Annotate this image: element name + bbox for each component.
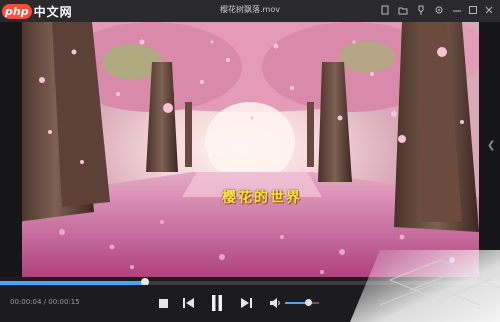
volume-button[interactable]: [268, 293, 282, 313]
maximize-icon[interactable]: [466, 3, 480, 17]
title-bar: php 中文网 樱花树飘落.mov: [0, 0, 500, 22]
next-button[interactable]: [238, 293, 254, 313]
stop-icon: [158, 298, 168, 308]
pause-button[interactable]: [209, 293, 225, 313]
video-frame[interactable]: 樱花的世界: [22, 22, 479, 277]
previous-button[interactable]: [181, 293, 197, 313]
video-subtitle: 樱花的世界: [222, 190, 302, 206]
volume-handle[interactable]: [305, 299, 313, 306]
total-time: 00:00:15: [48, 298, 80, 306]
left-margin: [0, 22, 22, 277]
control-bar: 00:00:04 / 00:00:15: [0, 285, 500, 322]
close-icon[interactable]: [482, 3, 496, 17]
file-icon[interactable]: [378, 3, 392, 17]
current-time: 00:00:04: [10, 298, 42, 306]
pin-icon[interactable]: [414, 3, 428, 17]
stop-button[interactable]: [156, 293, 170, 313]
volume-slider[interactable]: [285, 299, 319, 306]
pause-icon: [212, 295, 222, 311]
minimize-icon[interactable]: [450, 3, 464, 17]
next-icon: [241, 298, 252, 308]
previous-icon: [183, 298, 194, 308]
expand-panel-icon[interactable]: ❮: [487, 140, 495, 151]
time-display: 00:00:04 / 00:00:15: [10, 298, 80, 306]
video-scene: [22, 22, 479, 277]
settings-icon[interactable]: [432, 3, 446, 17]
speaker-icon: [269, 298, 280, 308]
folder-icon[interactable]: [396, 3, 410, 17]
